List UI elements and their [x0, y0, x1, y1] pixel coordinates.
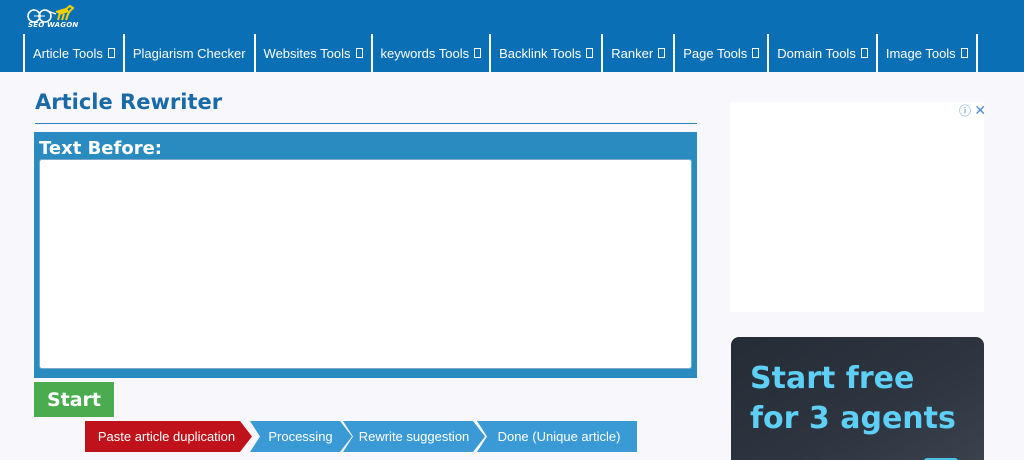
nav-item-keywords-tools[interactable]: keywords Tools — [370, 34, 490, 72]
ad-slot-top[interactable] — [730, 102, 984, 312]
dropdown-glyph-icon — [355, 48, 363, 58]
nav-item-image-tools[interactable]: Image Tools — [875, 34, 978, 72]
ad-controls: ⓘ ✕ — [959, 102, 986, 119]
nav-item-article-tools[interactable]: Article Tools — [23, 34, 123, 72]
nav-item-label: Ranker — [611, 45, 654, 61]
nav-item-plagiarism-checker[interactable]: Plagiarism Checker — [122, 34, 254, 72]
step-paste: Paste article duplication — [97, 429, 236, 444]
nav-item-label: Page Tools — [683, 45, 748, 61]
logo-text: SEO WAGON — [28, 21, 79, 29]
text-before-panel: Text Before: — [34, 132, 697, 378]
dropdown-glyph-icon — [586, 48, 594, 58]
ad-info-icon[interactable]: ⓘ — [959, 104, 971, 118]
nav-item-backlink-tools[interactable]: Backlink Tools — [489, 34, 601, 72]
ad-headline-2: for 3 agents — [750, 401, 956, 436]
ad-headline-1: Start free — [750, 361, 915, 396]
nav-item-page-tools[interactable]: Page Tools — [673, 34, 767, 72]
dropdown-glyph-icon — [658, 48, 666, 58]
step-rewrite: Rewrite suggestion — [358, 429, 470, 444]
dropdown-glyph-icon — [960, 48, 968, 58]
dropdown-glyph-icon — [474, 48, 482, 58]
step-done: Done (Unique article) — [497, 429, 621, 444]
article-input[interactable] — [39, 159, 692, 369]
ad-close-icon[interactable]: ✕ — [974, 102, 986, 118]
nav-item-label: Image Tools — [885, 45, 956, 61]
nav-item-domain-tools[interactable]: Domain Tools — [767, 34, 876, 72]
nav-item-label: Domain Tools — [777, 45, 856, 61]
ad-banner[interactable]: Start free for 3 agents — [731, 337, 984, 460]
text-before-label: Text Before: — [39, 138, 162, 159]
nav-item-label: keywords Tools — [380, 45, 470, 61]
main-nav: Article Tools Plagiarism Checker Websites … — [23, 34, 978, 72]
nav-item-label: Article Tools — [33, 45, 103, 61]
dropdown-glyph-icon — [107, 48, 115, 58]
nav-item-label: Websites Tools — [263, 45, 351, 61]
nav-item-ranker[interactable]: Ranker — [601, 34, 673, 72]
dropdown-glyph-icon — [752, 48, 760, 58]
step-processing: Processing — [268, 429, 333, 444]
title-divider — [35, 123, 697, 124]
page-title: Article Rewriter — [35, 90, 223, 114]
start-button[interactable]: Start — [34, 382, 114, 417]
nav-item-label: Backlink Tools — [499, 45, 582, 61]
dropdown-glyph-icon — [860, 48, 868, 58]
nav-item-label: Plagiarism Checker — [132, 45, 246, 61]
site-header: SEO WAGON Article Tools Plagiarism Checke… — [0, 0, 1024, 72]
nav-item-websites-tools[interactable]: Websites Tools — [253, 34, 371, 72]
